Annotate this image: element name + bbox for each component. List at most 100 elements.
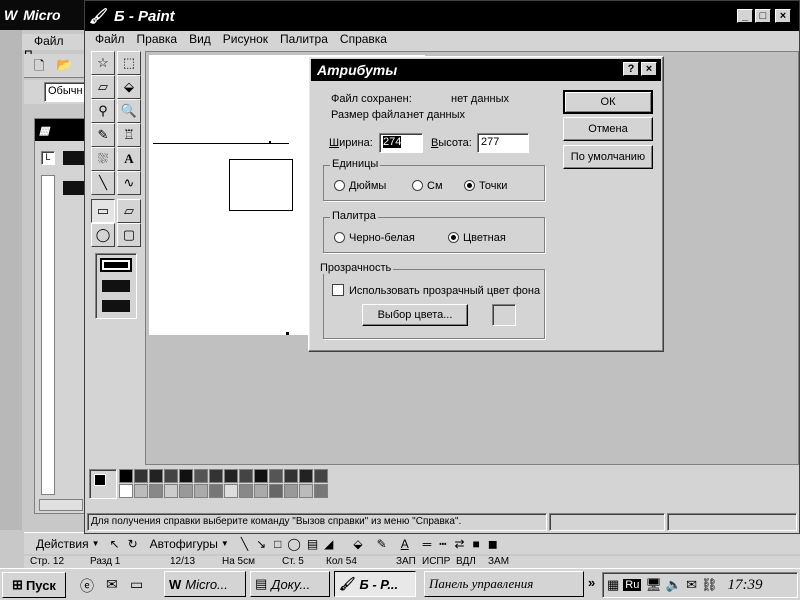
tray-scheduler-icon[interactable]: ▦ <box>607 577 619 593</box>
resize-handle[interactable] <box>286 332 289 335</box>
palette-swatch[interactable] <box>299 484 313 498</box>
menu-help[interactable]: Справка <box>340 32 387 49</box>
dash-style-icon[interactable]: ┅ <box>439 537 446 551</box>
palette-swatch[interactable] <box>224 484 238 498</box>
menu-image[interactable]: Рисунок <box>223 32 268 49</box>
units-points-radio[interactable]: Точки <box>464 180 507 192</box>
menu-edit[interactable]: Правка <box>137 32 178 49</box>
brush-tool[interactable]: ♖ <box>117 123 141 147</box>
pencil-tool[interactable]: ✎ <box>91 123 115 147</box>
fill-option-outline[interactable] <box>100 258 132 272</box>
dialog-help-button[interactable]: ? <box>623 62 639 76</box>
palette-swatch[interactable] <box>314 469 328 483</box>
taskbar-paint-button[interactable]: 🖌 Б - Р... <box>334 571 416 597</box>
curve-tool[interactable]: ∿ <box>117 171 141 195</box>
palette-swatch[interactable] <box>179 484 193 498</box>
dialog-title-bar[interactable]: Атрибуты ? × <box>311 59 661 81</box>
rectangle-tool[interactable]: ▭ <box>91 199 115 223</box>
width-field[interactable]: 274 <box>379 133 423 153</box>
arrow-icon[interactable]: ↘ <box>256 537 266 551</box>
tray-clock[interactable]: 17:39 <box>727 577 762 594</box>
height-field[interactable]: 277 <box>477 133 529 153</box>
palette-swatch[interactable] <box>164 469 178 483</box>
palette-swatch[interactable] <box>164 484 178 498</box>
line-icon[interactable]: ╲ <box>241 537 248 551</box>
tray-network-icon[interactable]: ⛓ <box>701 577 718 593</box>
palette-swatch[interactable] <box>119 469 133 483</box>
units-cm-radio[interactable]: См <box>412 180 443 192</box>
palette-swatch[interactable] <box>194 469 208 483</box>
word-ruler-corner[interactable]: L <box>41 151 55 165</box>
line-style-icon[interactable]: ═ <box>423 537 432 551</box>
ellipse-tool[interactable]: ◯ <box>91 223 115 247</box>
taskbar-control-panel-button[interactable]: Панель управления <box>424 571 584 597</box>
palette-swatch[interactable] <box>239 484 253 498</box>
open-folder-icon[interactable]: 📂 <box>56 57 72 73</box>
palette-swatch[interactable] <box>269 484 283 498</box>
palette-swatch[interactable] <box>239 469 253 483</box>
maximize-button[interactable]: □ <box>755 9 771 23</box>
cancel-button[interactable]: Отмена <box>563 117 653 141</box>
quicklaunch-outlook-icon[interactable]: ✉ <box>106 576 118 593</box>
palette-swatch[interactable] <box>209 484 223 498</box>
free-select-tool[interactable]: ☆ <box>91 51 115 75</box>
menu-view[interactable]: Вид <box>189 32 211 49</box>
palette-swatch[interactable] <box>254 484 268 498</box>
select-tool[interactable]: ⬚ <box>117 51 141 75</box>
minimize-button[interactable]: _ <box>737 9 753 23</box>
palette-color-radio[interactable]: Цветная <box>448 232 506 244</box>
transparency-checkbox[interactable]: Использовать прозрачный цвет фона <box>332 284 540 297</box>
units-inches-radio[interactable]: Дюймы <box>334 180 386 192</box>
default-button[interactable]: По умолчанию <box>563 145 653 169</box>
rect-icon[interactable]: □ <box>274 537 281 551</box>
palette-swatch[interactable] <box>149 469 163 483</box>
fill-tool[interactable]: ⬙ <box>117 75 141 99</box>
oval-icon[interactable]: ◯ <box>287 537 300 551</box>
magnifier-tool[interactable]: 🔍 <box>117 99 141 123</box>
rotate-icon[interactable]: ↻ <box>128 537 138 551</box>
quicklaunch-desktop-icon[interactable]: ▭ <box>130 576 143 593</box>
word-title-bar[interactable]: W Micro <box>0 0 90 30</box>
ok-button[interactable]: ОК <box>563 90 653 114</box>
menu-file[interactable]: Файл <box>95 32 125 49</box>
wordart-icon[interactable]: ◢ <box>324 537 333 551</box>
palette-swatch[interactable] <box>209 469 223 483</box>
menu-palette[interactable]: Палитра <box>280 32 328 49</box>
palette-swatch[interactable] <box>224 469 238 483</box>
fill-option-filled-outline[interactable] <box>102 280 130 292</box>
palette-swatch[interactable] <box>284 484 298 498</box>
close-button[interactable]: × <box>775 9 791 23</box>
3d-icon[interactable]: ◼ <box>488 537 498 551</box>
tray-mail-icon[interactable]: ✉ <box>686 577 697 593</box>
language-indicator[interactable]: Ru <box>623 579 642 591</box>
line-color-icon[interactable]: ✎ <box>377 537 387 551</box>
palette-swatch[interactable] <box>194 484 208 498</box>
new-doc-icon[interactable]: 🗋 <box>34 57 44 79</box>
palette-swatch[interactable] <box>134 469 148 483</box>
current-colors[interactable] <box>89 469 117 499</box>
actions-menu[interactable]: Действия <box>36 537 89 551</box>
line-tool[interactable]: ╲ <box>91 171 115 195</box>
foreground-color[interactable] <box>94 474 106 486</box>
palette-swatch[interactable] <box>134 484 148 498</box>
palette-swatch[interactable] <box>149 484 163 498</box>
fill-option-filled[interactable] <box>102 300 130 312</box>
pointer-icon[interactable]: ↖ <box>110 537 120 551</box>
start-button[interactable]: ⊞ Пуск <box>2 572 66 598</box>
textbox-icon[interactable]: ▤ <box>307 537 318 551</box>
palette-swatch[interactable] <box>179 469 193 483</box>
airbrush-tool[interactable]: ⛆ <box>91 147 115 171</box>
palette-swatch[interactable] <box>314 484 328 498</box>
fill-color-icon[interactable]: ⬙ <box>353 537 362 551</box>
polygon-tool[interactable]: ▱ <box>117 199 141 223</box>
eraser-tool[interactable]: ▱ <box>91 75 115 99</box>
paint-title-bar[interactable]: 🖌 Б - Paint _ □ × <box>85 1 799 31</box>
choose-color-button[interactable]: Выбор цвета... <box>362 304 468 326</box>
quicklaunch-ie-icon[interactable]: ⓔ <box>80 576 94 596</box>
taskbar-word-button[interactable]: W Micro... <box>164 571 246 597</box>
palette-swatch[interactable] <box>119 484 133 498</box>
taskbar-more-icon[interactable]: » <box>588 575 595 590</box>
autoshapes-menu[interactable]: Автофигуры <box>150 537 218 551</box>
palette-swatch[interactable] <box>269 469 283 483</box>
word-view-buttons[interactable] <box>39 499 83 511</box>
